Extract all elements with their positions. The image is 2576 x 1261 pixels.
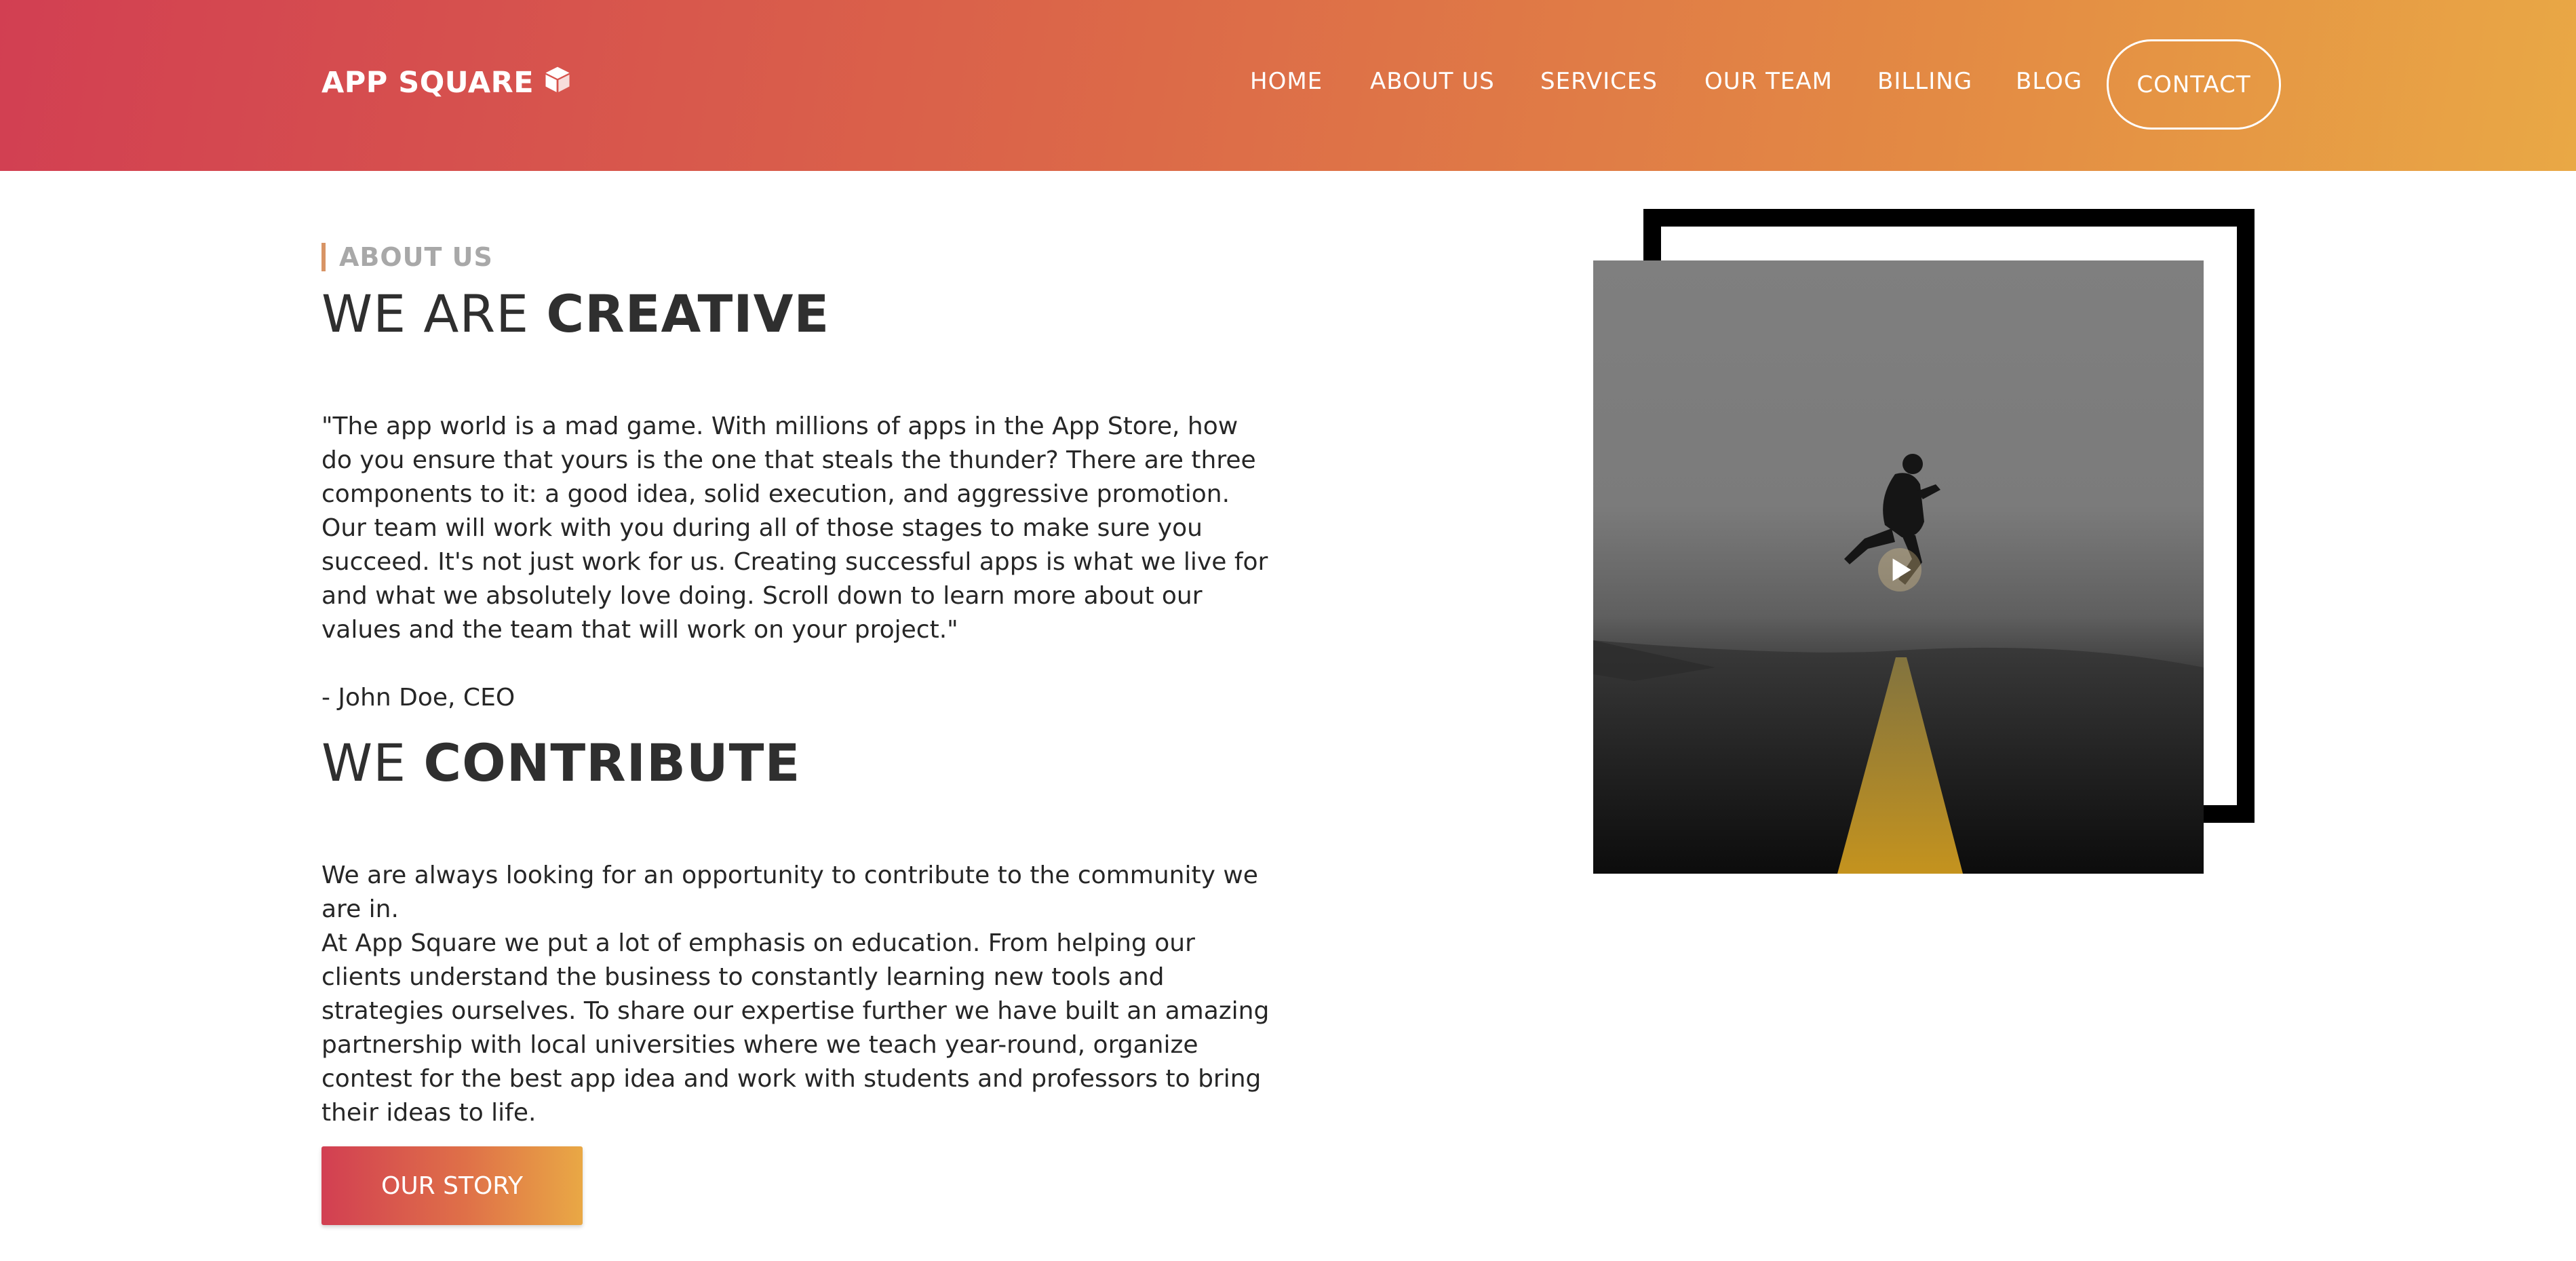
contribute-body: At App Square we put a lot of emphasis o…	[321, 929, 1270, 1127]
heading-bold: CONTRIBUTE	[423, 733, 801, 793]
section-eyebrow: ABOUT US	[321, 243, 493, 271]
heading-we-contribute: WE CONTRIBUTE	[321, 733, 800, 793]
ceo-quote: "The app world is a mad game. With milli…	[321, 412, 1268, 644]
play-icon	[1892, 558, 1911, 581]
contact-button[interactable]: CONTACT	[2107, 39, 2281, 130]
nav-about-us[interactable]: ABOUT US	[1370, 68, 1495, 95]
logo[interactable]: APP SQUARE	[321, 65, 572, 100]
nav-blog[interactable]: BLOG	[2016, 68, 2082, 95]
play-button[interactable]	[1878, 548, 1921, 591]
nav-billing[interactable]: BILLING	[1877, 68, 1972, 95]
nav-services[interactable]: SERVICES	[1540, 68, 1658, 95]
nav-home[interactable]: HOME	[1250, 68, 1323, 95]
nav-our-team[interactable]: OUR TEAM	[1704, 68, 1833, 95]
cube-icon	[543, 65, 572, 101]
quote-attribution: - John Doe, CEO	[321, 684, 515, 712]
our-story-button[interactable]: OUR STORY	[321, 1146, 583, 1225]
site-header: APP SQUARE HOME ABOUT US SERVICES OUR TE…	[0, 0, 2576, 171]
heading-light: WE	[321, 733, 424, 793]
contribute-intro: We are always looking for an opportunity…	[321, 861, 1258, 923]
heading-bold: CREATIVE	[546, 284, 830, 344]
heading-we-are-creative: WE ARE CREATIVE	[321, 284, 830, 344]
video-thumbnail[interactable]	[1593, 260, 2204, 874]
heading-light: WE ARE	[321, 284, 547, 344]
logo-text: APP SQUARE	[321, 66, 534, 100]
